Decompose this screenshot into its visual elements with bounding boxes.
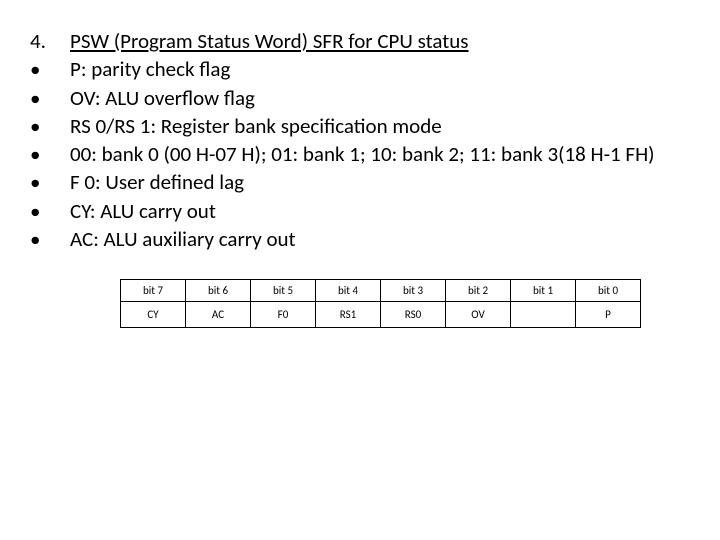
heading-number: 4. xyxy=(30,28,70,55)
bit-header: bit 4 xyxy=(316,280,381,302)
bullet-item: • RS 0/RS 1: Register bank specification… xyxy=(30,113,690,140)
bit-header: bit 7 xyxy=(121,280,186,302)
bullet-text: F 0: User defined lag xyxy=(70,169,690,196)
bit-value: RS1 xyxy=(316,302,381,328)
table-header-row: bit 7 bit 6 bit 5 bit 4 bit 3 bit 2 bit … xyxy=(121,280,641,302)
bullet-item: • 00: bank 0 (00 H-07 H); 01: bank 1; 10… xyxy=(30,141,690,168)
bit-value: RS0 xyxy=(381,302,446,328)
heading-text: PSW (Program Status Word) SFR for CPU st… xyxy=(70,28,690,55)
bit-header: bit 5 xyxy=(251,280,316,302)
heading-row: 4. PSW (Program Status Word) SFR for CPU… xyxy=(30,28,690,55)
bullet-text: P: parity check flag xyxy=(70,56,690,83)
bullet-marker: • xyxy=(30,169,70,196)
bullet-text: CY: ALU carry out xyxy=(70,198,690,225)
bit-header: bit 1 xyxy=(511,280,576,302)
bit-value: OV xyxy=(446,302,511,328)
bullet-marker: • xyxy=(30,56,70,83)
bit-header: bit 0 xyxy=(576,280,641,302)
bullet-text: AC: ALU auxiliary carry out xyxy=(70,226,690,253)
bullet-marker: • xyxy=(30,198,70,225)
bit-header: bit 2 xyxy=(446,280,511,302)
bullet-marker: • xyxy=(30,226,70,253)
content-list: 4. PSW (Program Status Word) SFR for CPU… xyxy=(30,28,690,253)
bullet-text: RS 0/RS 1: Register bank specification m… xyxy=(70,113,690,140)
bullet-item: • P: parity check flag xyxy=(30,56,690,83)
bullet-marker: • xyxy=(30,141,70,168)
bullet-item: • F 0: User defined lag xyxy=(30,169,690,196)
bullet-item: • AC: ALU auxiliary carry out xyxy=(30,226,690,253)
bit-value: CY xyxy=(121,302,186,328)
bullet-item: • OV: ALU overflow flag xyxy=(30,85,690,112)
bit-header: bit 3 xyxy=(381,280,446,302)
bullet-text: 00: bank 0 (00 H-07 H); 01: bank 1; 10: … xyxy=(70,141,690,168)
bullet-marker: • xyxy=(30,85,70,112)
bullet-item: • CY: ALU carry out xyxy=(30,198,690,225)
bullet-text: OV: ALU overflow flag xyxy=(70,85,690,112)
bullet-marker: • xyxy=(30,113,70,140)
bit-header: bit 6 xyxy=(186,280,251,302)
bit-value: AC xyxy=(186,302,251,328)
bit-value xyxy=(511,302,576,328)
bit-value: P xyxy=(576,302,641,328)
table-data-row: CY AC F0 RS1 RS0 OV P xyxy=(121,302,641,328)
psw-bit-table: bit 7 bit 6 bit 5 bit 4 bit 3 bit 2 bit … xyxy=(120,279,641,328)
bit-value: F0 xyxy=(251,302,316,328)
